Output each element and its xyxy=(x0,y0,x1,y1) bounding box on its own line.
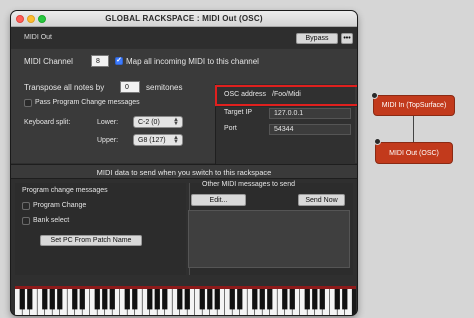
black-key[interactable] xyxy=(342,289,348,310)
program-change-header: Program change messages xyxy=(22,187,108,194)
midi-out-node[interactable]: MIDI Out (OSC) xyxy=(375,142,453,164)
black-key[interactable] xyxy=(27,289,33,310)
pass-program-change-label: Pass Program Change messages xyxy=(35,99,140,106)
midi-in-node-pin[interactable] xyxy=(371,92,378,99)
program-change-checkbox[interactable] xyxy=(22,202,30,210)
program-change-panel xyxy=(15,183,186,275)
black-key[interactable] xyxy=(282,289,288,310)
transpose-input[interactable]: 0 xyxy=(120,81,140,93)
piano-keys[interactable] xyxy=(15,289,356,315)
map-all-checkbox[interactable]: ✓ xyxy=(115,57,123,65)
black-key[interactable] xyxy=(199,289,205,310)
send-now-button[interactable]: Send Now xyxy=(298,194,345,206)
piano-keyboard[interactable] xyxy=(15,286,356,315)
map-all-label: Map all incoming MIDI to this channel xyxy=(126,57,259,66)
black-key[interactable] xyxy=(19,289,25,310)
plugin-window: GLOBAL RACKSPACE : MIDI Out (OSC) MIDI O… xyxy=(11,11,357,315)
port-label: Port xyxy=(224,125,237,132)
black-key[interactable] xyxy=(42,289,48,310)
stepper-arrows-icon: ▲ ▼ xyxy=(173,117,179,127)
midi-in-node[interactable]: MIDI In (TopSurface) xyxy=(373,95,455,116)
black-key[interactable] xyxy=(102,289,108,310)
midi-out-node-label: MIDI Out (OSC) xyxy=(389,149,439,157)
rackspace-switch-band: MIDI data to send when you switch to thi… xyxy=(11,164,357,179)
black-key[interactable] xyxy=(252,289,258,310)
black-key[interactable] xyxy=(259,289,265,310)
black-key[interactable] xyxy=(214,289,220,310)
title-bar[interactable]: GLOBAL RACKSPACE : MIDI Out (OSC) xyxy=(11,11,357,27)
set-pc-from-patch-name-button[interactable]: Set PC From Patch Name xyxy=(40,235,142,246)
black-key[interactable] xyxy=(79,289,85,310)
black-key[interactable] xyxy=(237,289,243,310)
black-key[interactable] xyxy=(319,289,325,310)
osc-address-highlight xyxy=(215,85,357,106)
black-key[interactable] xyxy=(94,289,100,310)
black-key[interactable] xyxy=(304,289,310,310)
black-key[interactable] xyxy=(109,289,115,310)
bypass-button[interactable]: Bypass xyxy=(296,33,338,44)
upper-split-select[interactable]: G8 (127) ▲ ▼ xyxy=(133,134,183,146)
program-change-label: Program Change xyxy=(33,202,87,209)
other-midi-header: Other MIDI messages to send xyxy=(202,181,295,188)
edit-button[interactable]: Edit... xyxy=(191,194,246,206)
keyboard-split-label: Keyboard split: xyxy=(24,119,71,126)
bank-select-checkbox[interactable] xyxy=(22,217,30,225)
midi-channel-input[interactable]: 8 xyxy=(91,55,109,67)
black-key[interactable] xyxy=(289,289,295,310)
other-midi-messages-area[interactable] xyxy=(188,210,350,268)
upper-split-label: Upper: xyxy=(97,137,119,144)
transpose-label: Transpose all notes by xyxy=(24,83,105,92)
upper-split-value: G8 (127) xyxy=(138,136,166,144)
black-key[interactable] xyxy=(229,289,235,310)
connection-wire xyxy=(413,116,414,142)
rackspace-switch-title: MIDI data to send when you switch to thi… xyxy=(96,168,272,177)
black-key[interactable] xyxy=(267,289,273,310)
black-key[interactable] xyxy=(154,289,160,310)
black-key[interactable] xyxy=(132,289,138,310)
black-key[interactable] xyxy=(147,289,153,310)
more-options-button[interactable]: ••• xyxy=(341,33,353,44)
target-ip-label: Target IP xyxy=(224,109,253,116)
black-key[interactable] xyxy=(334,289,340,310)
lower-split-label: Lower: xyxy=(97,119,119,126)
stepper-arrows-icon: ▲ ▼ xyxy=(173,135,179,145)
window-title: GLOBAL RACKSPACE : MIDI Out (OSC) xyxy=(105,14,263,23)
black-key[interactable] xyxy=(177,289,183,310)
semitones-label: semitones xyxy=(146,83,183,92)
pass-program-change-checkbox[interactable] xyxy=(24,99,32,107)
black-key[interactable] xyxy=(72,289,78,310)
midi-in-node-label: MIDI In (TopSurface) xyxy=(381,102,447,109)
osc-divider xyxy=(215,106,357,107)
midi-out-node-pin[interactable] xyxy=(374,138,381,145)
black-key[interactable] xyxy=(162,289,168,310)
black-key[interactable] xyxy=(124,289,130,310)
black-key[interactable] xyxy=(207,289,213,310)
target-ip-input[interactable]: 127.0.0.1 xyxy=(269,108,351,119)
lower-split-select[interactable]: C-2 (0) ▲ ▼ xyxy=(133,116,183,128)
black-key[interactable] xyxy=(49,289,55,310)
lower-split-value: C-2 (0) xyxy=(138,118,160,126)
black-key[interactable] xyxy=(312,289,318,310)
black-key[interactable] xyxy=(184,289,190,310)
black-key[interactable] xyxy=(57,289,63,310)
plugin-name: MIDI Out xyxy=(24,34,53,41)
midi-channel-label: MIDI Channel xyxy=(24,57,73,66)
port-input[interactable]: 54344 xyxy=(269,124,351,135)
bank-select-label: Bank select xyxy=(33,217,70,224)
